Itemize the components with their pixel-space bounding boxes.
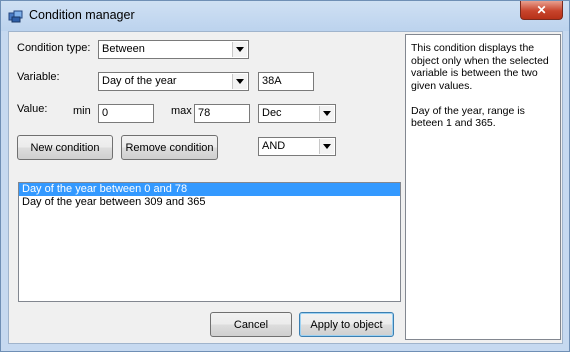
list-item[interactable]: Day of the year between 309 and 365 [19, 196, 400, 209]
chevron-down-icon[interactable] [232, 74, 247, 89]
close-icon: ✕ [536, 3, 547, 17]
variable-code-field[interactable]: 38A [258, 72, 314, 91]
help-panel: This condition displays the object only … [405, 34, 561, 340]
logic-operator-value: AND [262, 140, 286, 152]
new-condition-button[interactable]: New condition [17, 135, 113, 160]
remove-condition-button[interactable]: Remove condition [121, 135, 218, 160]
min-value-field[interactable]: 0 [98, 104, 154, 123]
variable-value: Day of the year [102, 75, 177, 87]
list-item[interactable]: Day of the year between 0 and 78 [19, 183, 400, 196]
value-label: Value: [17, 103, 48, 115]
condition-manager-window: Condition manager ✕ Condition type: Betw… [0, 0, 570, 352]
variable-select[interactable]: Day of the year [98, 72, 249, 91]
title-bar[interactable]: Condition manager ✕ [1, 1, 569, 31]
condition-type-label: Condition type: [17, 42, 91, 54]
chevron-down-icon[interactable] [232, 42, 247, 57]
condition-type-select[interactable]: Between [98, 40, 249, 59]
max-value-field[interactable]: 78 [194, 104, 250, 123]
close-button[interactable]: ✕ [520, 1, 563, 20]
cancel-button[interactable]: Cancel [210, 312, 292, 337]
condition-list[interactable]: Day of the year between 0 and 78 Day of … [18, 182, 401, 302]
min-label: min [73, 105, 91, 117]
apply-to-object-button[interactable]: Apply to object [299, 312, 394, 337]
help-range-text: Day of the year, range is beteen 1 and 3… [411, 104, 525, 130]
variable-label: Variable: [17, 71, 60, 83]
max-unit-value: Dec [262, 107, 282, 119]
max-label: max [171, 105, 192, 117]
logic-operator-select[interactable]: AND [258, 137, 336, 156]
app-icon [8, 8, 24, 24]
client-area: Condition type: Between Variable: Day of… [8, 31, 563, 344]
chevron-down-icon[interactable] [319, 106, 334, 121]
max-unit-select[interactable]: Dec [258, 104, 336, 123]
condition-type-value: Between [102, 43, 145, 55]
condition-editor-panel: Condition type: Between Variable: Day of… [10, 33, 404, 342]
help-text: This condition displays the object only … [411, 42, 549, 92]
chevron-down-icon[interactable] [319, 139, 334, 154]
window-title: Condition manager [29, 8, 135, 22]
